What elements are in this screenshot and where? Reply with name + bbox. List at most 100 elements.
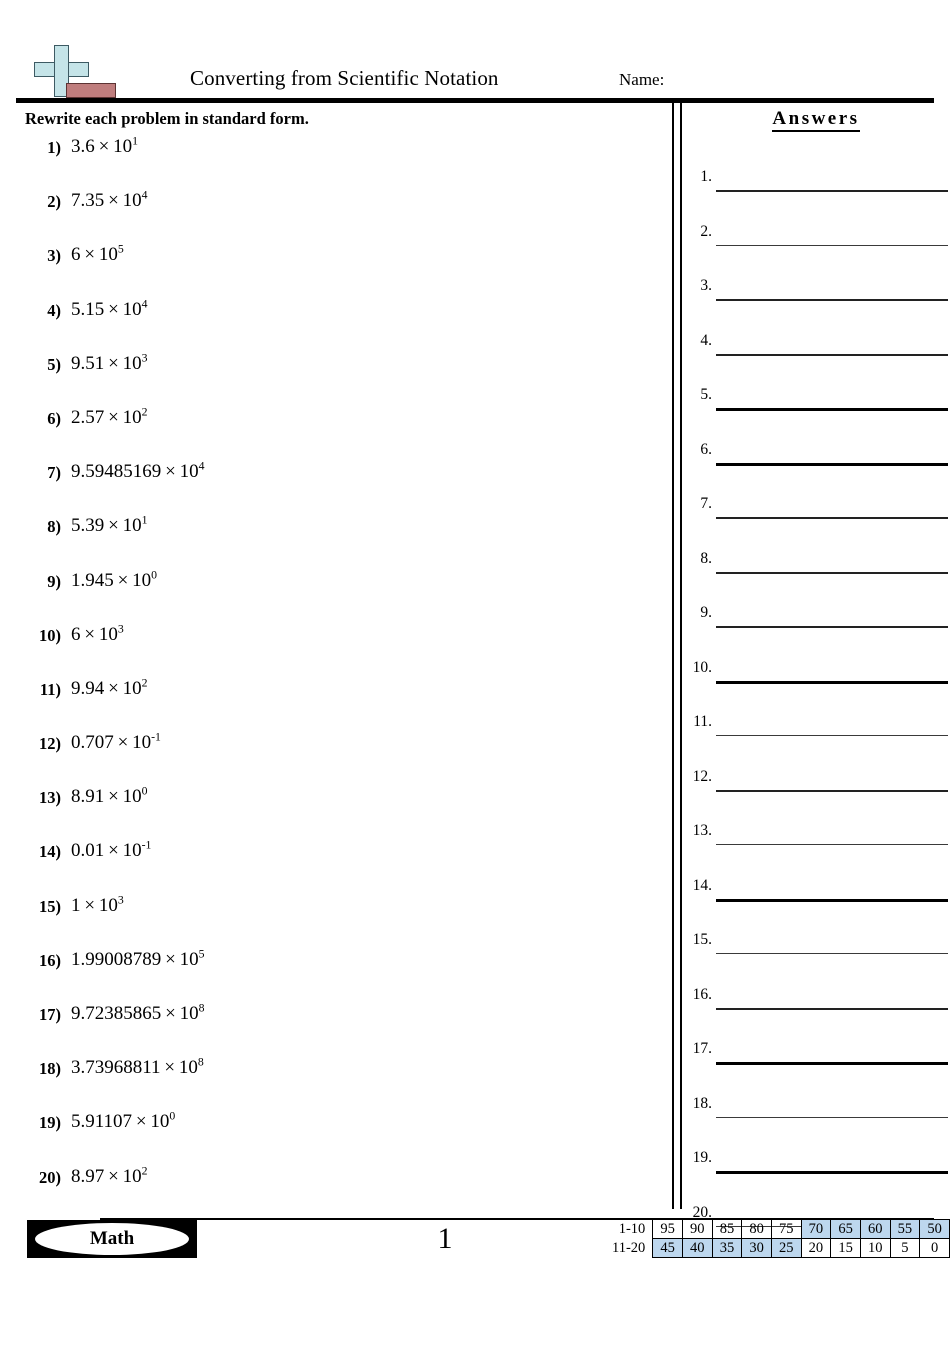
answer-blank-line[interactable] xyxy=(716,462,948,466)
score-cell[interactable]: 55 xyxy=(889,1219,921,1239)
answer-blank-line[interactable] xyxy=(716,1171,948,1174)
answer-blank-line[interactable] xyxy=(716,299,948,301)
answer-blank-line[interactable] xyxy=(716,517,948,519)
answer-number: 16. xyxy=(692,985,712,1003)
problem-row: 20) 8.97 × 102 xyxy=(25,1164,645,1218)
answer-blank-line[interactable] xyxy=(716,1007,948,1010)
problem-number: 20) xyxy=(39,1167,61,1187)
score-conversion-table: 1-10 95 90 85 80 75 70 65 60 55 50 11-20 45 40 35 30 25 2… xyxy=(612,1219,950,1258)
expression-mantissa: 3.73968811 xyxy=(71,1057,161,1079)
score-cell[interactable]: 95 xyxy=(652,1219,683,1239)
expression-exponent: 1 xyxy=(141,513,148,527)
answer-number: 4. xyxy=(700,331,712,349)
answer-row: 11. xyxy=(684,705,950,760)
score-cell[interactable]: 5 xyxy=(889,1238,921,1258)
problem-row: 11) 9.94 × 102 xyxy=(25,676,645,730)
answer-number: 1. xyxy=(700,168,712,185)
answer-blank-line[interactable] xyxy=(716,190,948,192)
answer-number: 17. xyxy=(692,1040,712,1057)
score-cell[interactable]: 50 xyxy=(919,1219,950,1239)
score-cell[interactable]: 70 xyxy=(800,1219,832,1239)
problem-list: 1) 3.6 × 101 2) 7.35 × 104 3) 6 × 105 4) 5.15 ×… xyxy=(25,134,645,1218)
score-cell[interactable]: 45 xyxy=(652,1238,683,1258)
problem-expression: 8.97 × 102 xyxy=(71,1165,147,1188)
score-table-grid: 1-10 95 90 85 80 75 70 65 60 55 50 11-20 45 40 35 30 25 2… xyxy=(612,1219,950,1258)
answer-blank-line[interactable] xyxy=(716,571,948,574)
expression-base: 10 xyxy=(122,190,142,212)
answer-row: 14. xyxy=(684,869,950,924)
expression-mantissa: 5.15 xyxy=(71,298,105,320)
score-cell[interactable]: 80 xyxy=(741,1219,772,1239)
multiplication-sign: × xyxy=(108,515,119,537)
answer-blank-line[interactable] xyxy=(716,244,948,246)
expression-exponent: 0 xyxy=(151,568,157,582)
expression-base: 10 xyxy=(179,1003,199,1024)
problem-row: 1) 3.6 × 101 xyxy=(25,134,645,188)
multiplication-sign: × xyxy=(164,1057,176,1079)
answer-row: 10. xyxy=(684,651,950,706)
multiplication-sign: × xyxy=(98,136,110,157)
problem-number: 6) xyxy=(47,408,61,428)
answer-row: 2. xyxy=(684,215,950,270)
problem-row: 9) 1.945 × 100 xyxy=(25,568,645,622)
expression-base: 10 xyxy=(98,623,118,645)
score-cell[interactable]: 85 xyxy=(711,1219,743,1239)
score-cell[interactable]: 35 xyxy=(711,1238,743,1258)
multiplication-sign: × xyxy=(108,298,119,320)
score-cell[interactable]: 10 xyxy=(859,1238,891,1258)
score-cell[interactable]: 30 xyxy=(741,1238,772,1258)
problem-number: 17) xyxy=(39,1005,61,1024)
multiplication-sign: × xyxy=(135,1111,147,1133)
expression-exponent: -1 xyxy=(141,839,152,853)
problem-expression: 0.707 × 10-1 xyxy=(71,731,161,754)
score-cell[interactable]: 0 xyxy=(919,1238,950,1258)
multiplication-sign: × xyxy=(165,1003,176,1024)
problem-expression: 1.99008789 × 105 xyxy=(71,948,204,971)
score-cell[interactable]: 65 xyxy=(830,1219,861,1239)
minus-bar-icon xyxy=(66,83,116,98)
answer-blank-line[interactable] xyxy=(716,735,948,736)
expression-mantissa: 5.91107 xyxy=(71,1111,133,1133)
expression-exponent: 3 xyxy=(117,622,124,636)
multiplication-sign: × xyxy=(117,732,129,754)
answer-row: 18. xyxy=(684,1087,950,1142)
answer-blank-line[interactable] xyxy=(716,626,948,628)
answer-row: 8. xyxy=(684,542,950,597)
answer-blank-line[interactable] xyxy=(716,1116,948,1118)
score-cell[interactable]: 20 xyxy=(800,1238,832,1258)
answer-blank-line[interactable] xyxy=(716,953,948,954)
page-number: 1 xyxy=(437,1222,453,1255)
answer-blank-line[interactable] xyxy=(716,680,948,684)
answer-blank-line[interactable] xyxy=(716,1062,948,1065)
answer-blank-line[interactable] xyxy=(716,353,948,356)
score-cell[interactable]: 90 xyxy=(681,1219,713,1239)
score-cell[interactable]: 60 xyxy=(859,1219,891,1239)
problem-number: 12) xyxy=(39,734,61,754)
problem-number: 19) xyxy=(39,1113,61,1133)
expression-exponent: 0 xyxy=(141,784,148,798)
score-cell[interactable]: 75 xyxy=(770,1219,802,1239)
expression-mantissa: 0.707 xyxy=(71,732,114,754)
problem-number: 1) xyxy=(47,138,61,157)
problem-expression: 9.51 × 103 xyxy=(71,351,148,375)
answer-blank-line[interactable] xyxy=(716,408,948,411)
expression-exponent: 4 xyxy=(141,188,148,202)
answer-blank-line[interactable] xyxy=(716,789,948,792)
problem-expression: 3.6 × 101 xyxy=(71,135,138,158)
expression-exponent: 3 xyxy=(141,351,148,365)
score-cell[interactable]: 25 xyxy=(770,1238,802,1258)
answers-heading: Answers xyxy=(682,108,950,132)
answer-number: 13. xyxy=(692,822,712,839)
answer-number: 18. xyxy=(692,1094,712,1112)
problem-row: 2) 7.35 × 104 xyxy=(25,188,645,242)
instructions-text: Rewrite each problem in standard form. xyxy=(25,109,309,128)
score-cell[interactable]: 40 xyxy=(681,1238,713,1258)
score-cell[interactable]: 15 xyxy=(830,1238,861,1258)
answer-blank-line[interactable] xyxy=(716,844,948,845)
expression-base: 10 xyxy=(178,1057,198,1079)
multiplication-sign: × xyxy=(84,894,96,916)
answer-blank-line[interactable] xyxy=(716,898,948,902)
answer-row: 5. xyxy=(684,378,950,433)
problem-row: 14) 0.01 × 10-1 xyxy=(25,838,645,892)
expression-exponent: 3 xyxy=(117,893,124,907)
